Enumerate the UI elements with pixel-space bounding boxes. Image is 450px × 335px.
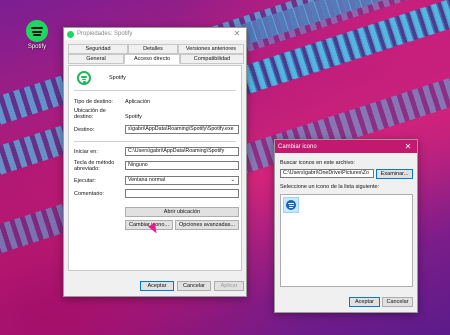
iniciar-en-input[interactable]: C:\Users\gabri\AppData\Roaming\Spotify [125, 147, 239, 156]
properties-titlebar: Propiedades: Spotify ✕ [64, 28, 246, 40]
label-destino: Destino: [74, 127, 95, 133]
icon-list-item[interactable] [283, 197, 299, 213]
value-tipo-destino: Aplicación [125, 99, 151, 105]
app-name: Spotify [109, 75, 126, 81]
close-icon[interactable]: ✕ [228, 28, 246, 40]
spotify-icon [77, 71, 91, 85]
label-iniciar-en: Iniciar en: [74, 149, 98, 155]
dialog-title: Cambiar icono [278, 143, 317, 150]
desktop-spotify-shortcut[interactable]: Spotify [22, 20, 52, 50]
cancel-button[interactable]: Cancelar [382, 297, 413, 307]
spotify-icon [26, 20, 48, 42]
select-label: Seleccione un icono de la lista siguient… [280, 184, 380, 190]
opciones-avanzadas-button[interactable]: Opciones avanzadas... [175, 220, 239, 230]
divider [74, 141, 236, 142]
examinar-button[interactable]: Examinar... [376, 169, 413, 179]
tab-acceso-directo[interactable]: Acceso directo [124, 54, 180, 64]
comentario-input[interactable] [125, 189, 239, 198]
change-icon-titlebar: Cambiar icono ✕ [275, 140, 417, 153]
spotify-icon [67, 30, 74, 38]
close-icon[interactable]: ✕ [399, 141, 417, 153]
label-tecla: Tecla de método abreviado: [74, 160, 115, 172]
properties-window: Propiedades: Spotify ✕ Seguridad Detalle… [63, 27, 247, 297]
tab-versiones-anteriores[interactable]: Versiones anteriores [178, 44, 244, 54]
abrir-ubicacion-button[interactable]: Abrir ubicación [125, 207, 239, 217]
tab-general[interactable]: General [68, 54, 124, 64]
ok-button[interactable]: Aceptar [349, 297, 380, 307]
aplicar-button[interactable]: Aplicar [214, 281, 244, 291]
ejecutar-value: Ventana normal [128, 177, 166, 183]
desktop-icon-label: Spotify [27, 44, 47, 50]
tecla-input[interactable]: Ninguno [125, 161, 239, 170]
tab-detalles[interactable]: Detalles [128, 44, 178, 54]
cancelar-button[interactable]: Cancelar [177, 281, 211, 291]
icon-list[interactable] [280, 194, 413, 287]
label-ubicacion: Ubicación de destino: [74, 108, 106, 120]
search-label: Buscar iconos en este archivo: [280, 160, 355, 166]
chevron-down-icon: ⌄ [230, 177, 235, 183]
label-comentario: Comentario: [74, 191, 104, 197]
aceptar-button[interactable]: Aceptar [140, 281, 174, 291]
icon-path-input[interactable]: C:\Users\gabri\OneDrive\Pictures\Zo [280, 169, 374, 178]
tab-compatibilidad[interactable]: Compatibilidad [180, 54, 244, 64]
spotify-icon [286, 200, 296, 210]
destino-input[interactable]: s\gabri\AppData\Roaming\Spotify\Spotify.… [125, 125, 239, 134]
shortcut-page: Spotify Tipo de destino: Aplicación Ubic… [68, 65, 242, 271]
divider [74, 90, 236, 91]
ejecutar-select[interactable]: Ventana normal ⌄ [125, 176, 239, 185]
label-tipo-destino: Tipo de destino: [74, 99, 113, 105]
change-icon-dialog: Cambiar icono ✕ Buscar iconos en este ar… [274, 139, 418, 313]
tab-strip: Seguridad Detalles Versiones anteriores … [68, 44, 244, 65]
label-ejecutar: Ejecutar: [74, 178, 96, 184]
window-title: Propiedades: Spotify [77, 31, 133, 37]
tab-seguridad[interactable]: Seguridad [68, 44, 128, 54]
value-ubicacion: Spotify [125, 114, 142, 120]
